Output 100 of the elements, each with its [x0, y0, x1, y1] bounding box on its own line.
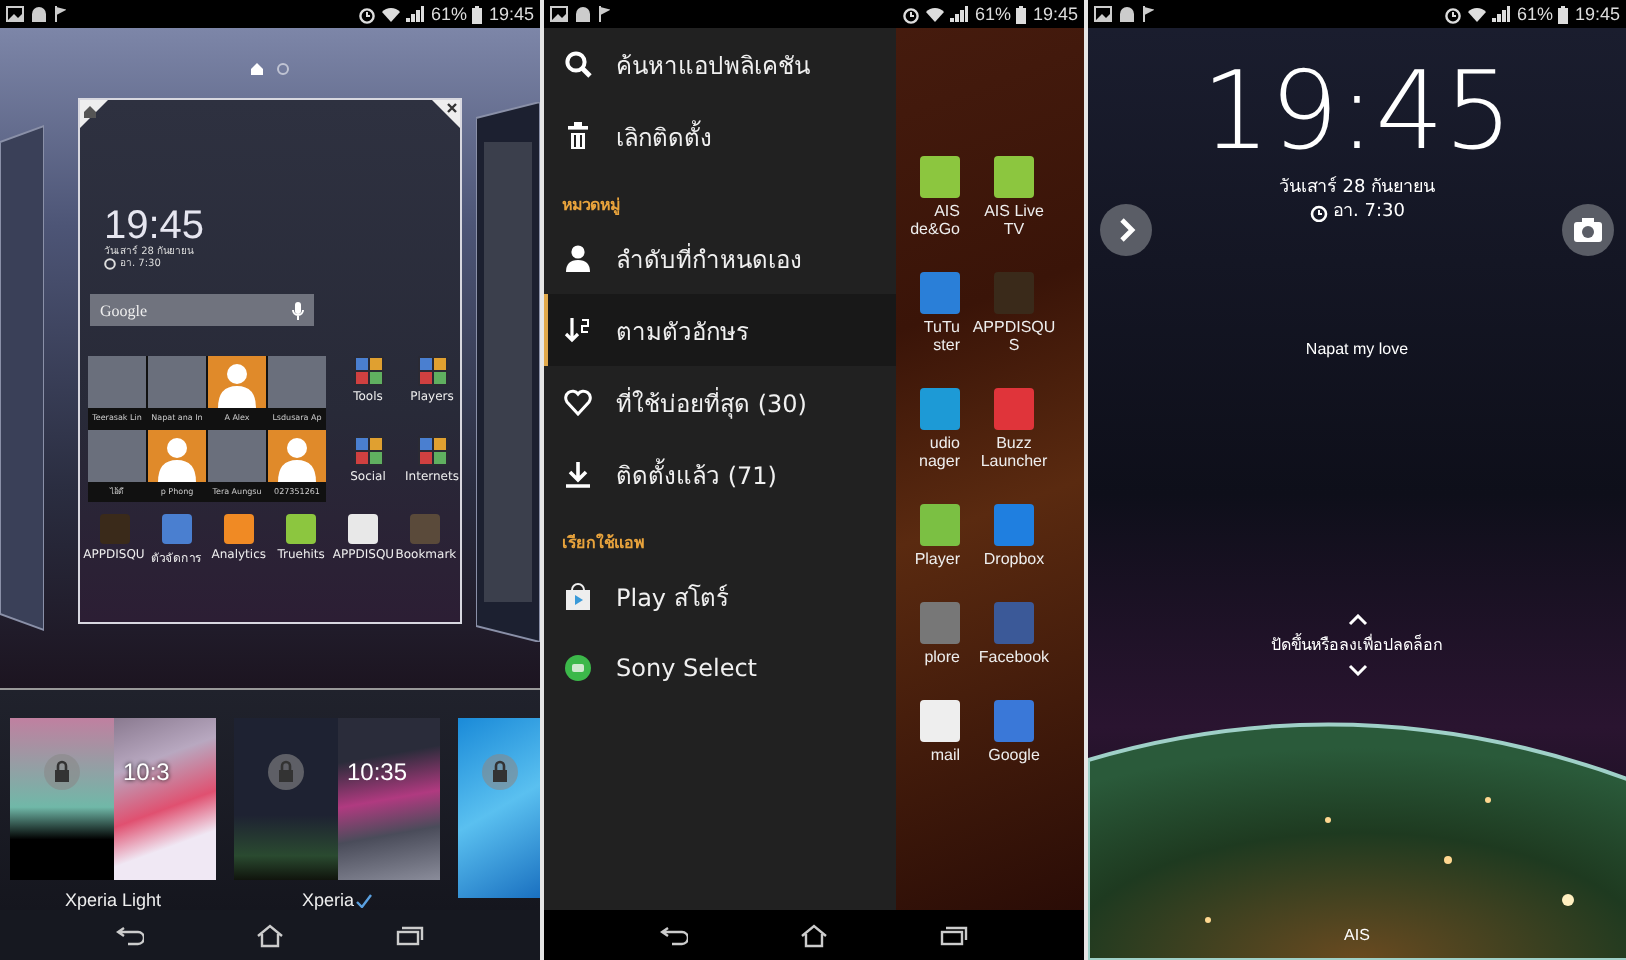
section-header: หมวดหมู่: [560, 194, 622, 219]
folder-icon: [417, 356, 447, 386]
app-shortcut[interactable]: APPDISQU S: [960, 272, 1068, 354]
chevron-right-icon[interactable]: [1100, 204, 1152, 256]
flag-icon: [598, 6, 610, 22]
app-label: AIS Live TV: [984, 202, 1044, 238]
menu-item[interactable]: ติดตั้งแล้ว (71): [544, 438, 896, 510]
app-shortcut[interactable]: Dropbox: [960, 504, 1068, 568]
person-icon: [564, 244, 592, 272]
android-icon: [30, 6, 48, 22]
wifi-icon: [926, 6, 945, 22]
app-label: udio nager: [919, 434, 960, 470]
wifi-icon: [382, 6, 401, 22]
trash-icon: [564, 122, 592, 150]
microphone-icon: [292, 301, 304, 319]
chevron-down-icon: [1347, 664, 1367, 676]
app-label: plore: [924, 648, 960, 666]
battery-percent: 61%: [1516, 4, 1553, 24]
photo-placeholder: [148, 356, 206, 408]
alarm-icon: [1309, 203, 1328, 221]
folder-icon: [417, 435, 447, 465]
status-time: 19:45: [488, 4, 534, 24]
menu-item[interactable]: ที่ใช้บ่อยที่สุด (30): [544, 366, 896, 438]
lock-icon: [44, 754, 80, 790]
app-label: Facebook: [978, 648, 1050, 666]
menu-item[interactable]: Sony Select: [544, 632, 896, 704]
home-icon[interactable]: [800, 923, 828, 947]
folder-icon: [353, 356, 383, 386]
lock-icon: [482, 754, 518, 790]
sony-select-icon: [564, 654, 592, 682]
alarm-icon: [1444, 5, 1463, 23]
picture-icon: [1094, 6, 1112, 22]
status-time: 19:45: [1574, 4, 1620, 24]
alarm-icon: [104, 258, 116, 270]
app-shortcut[interactable]: Buzz Launcher: [960, 388, 1068, 470]
app-label: Dropbox: [983, 550, 1045, 568]
owner-message: Napat my love: [1305, 340, 1409, 358]
home-icon[interactable]: [256, 923, 284, 947]
battery-icon: [1558, 5, 1569, 23]
app-label: Player: [914, 550, 960, 568]
battery-icon: [1016, 5, 1027, 23]
camera-icon[interactable]: [1562, 204, 1614, 256]
app-label: APPDISQU S: [972, 318, 1056, 354]
back-icon[interactable]: [660, 925, 688, 945]
picture-icon: [6, 6, 24, 22]
recent-apps-icon[interactable]: [396, 925, 424, 945]
clock-date: วันเสาร์ 28 กันยายน: [1278, 176, 1436, 200]
android-icon: [574, 6, 592, 22]
close-icon[interactable]: [432, 100, 460, 128]
menu-item[interactable]: ตามตัวอักษร: [544, 294, 896, 366]
back-icon[interactable]: [116, 925, 144, 945]
download-icon: [564, 460, 592, 488]
theme-option[interactable]: 10:35 Xperia: [234, 718, 440, 910]
theme-option[interactable]: 10:3 Xperia Light: [10, 718, 216, 910]
wifi-icon: [1468, 6, 1487, 22]
menu-item[interactable]: ค้นหาแอปพลิเคชัน: [544, 28, 896, 100]
app-label: Buzz Launcher: [980, 434, 1048, 470]
menu-item[interactable]: ลำดับที่กำหนดเอง: [544, 222, 896, 294]
photo-placeholder: [88, 356, 146, 408]
person-silhouette-icon: [268, 430, 326, 482]
person-silhouette-icon: [148, 430, 206, 482]
folder-icon: [353, 435, 383, 465]
android-icon: [1118, 6, 1136, 22]
battery-icon: [472, 5, 483, 23]
home-screen-preview[interactable]: [78, 98, 462, 624]
search-icon: [564, 50, 592, 78]
app-shortcut[interactable]: AIS Live TV: [960, 156, 1068, 238]
heart-icon: [564, 388, 592, 416]
page-dot-icon[interactable]: [276, 62, 290, 76]
clock-time: 19:45: [104, 206, 205, 246]
alarm-icon: [902, 5, 921, 23]
photo-placeholder: [88, 430, 146, 482]
google-logo-text: Google: [100, 301, 148, 319]
app-shortcut[interactable]: Google: [960, 700, 1068, 764]
shopping-bag-icon: [564, 582, 592, 610]
picture-icon: [550, 6, 568, 22]
lock-icon: [268, 754, 304, 790]
person-silhouette-icon: [208, 356, 266, 408]
app-label: TuTu ster: [923, 318, 960, 354]
menu-item[interactable]: Play สโตร์: [544, 560, 896, 632]
home-corner-icon: [80, 100, 108, 128]
google-search-bar[interactable]: Google: [90, 294, 314, 326]
battery-percent: 61%: [430, 4, 467, 24]
sort-icon: [564, 316, 592, 344]
app-label: Google: [988, 746, 1040, 764]
theme-name: Xperia Light: [64, 890, 162, 910]
unlock-hint: ปัดขึ้นหรือลงเพื่อปลดล็อก: [1271, 632, 1443, 658]
photo-placeholder: [208, 430, 266, 482]
app-label: AIS de&Go: [910, 202, 960, 238]
carrier-name: AIS: [1344, 926, 1370, 944]
alarm-icon: [358, 5, 377, 23]
section-header: เรียกใช้แอพ: [560, 531, 646, 556]
home-page-icon[interactable]: [250, 62, 264, 76]
menu-item[interactable]: เลิกติดตั้ง: [544, 100, 896, 172]
preview-time: 10:3: [123, 758, 170, 786]
chevron-up-icon: [1347, 614, 1367, 626]
recent-apps-icon[interactable]: [940, 925, 968, 945]
photo-placeholder: [268, 356, 326, 408]
app-label: mail: [930, 746, 960, 764]
app-shortcut[interactable]: Facebook: [960, 602, 1068, 666]
